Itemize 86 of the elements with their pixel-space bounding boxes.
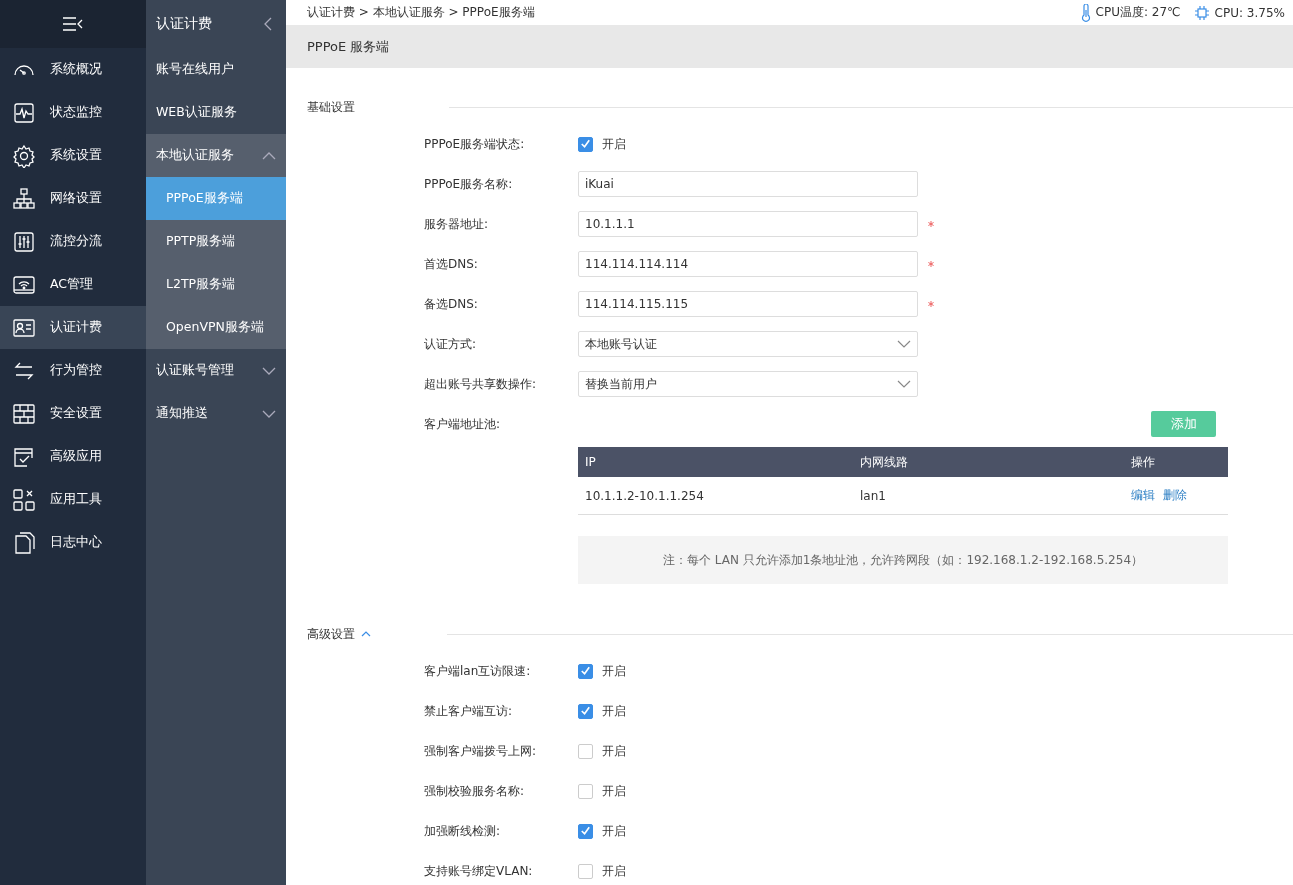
checkbox-label: 开启	[602, 742, 626, 760]
document-icon	[12, 530, 36, 555]
field-label: 客户端地址池:	[424, 415, 502, 433]
nav-item[interactable]: 认证计费	[0, 306, 146, 349]
nav-item[interactable]: 高级应用	[0, 435, 146, 478]
select-field[interactable]: 本地账号认证	[578, 331, 918, 357]
chevron-down-icon	[897, 380, 911, 388]
nav-item[interactable]: 安全设置	[0, 392, 146, 435]
gear-icon	[12, 143, 36, 168]
nav-item[interactable]: 状态监控	[0, 91, 146, 134]
field-label: 首选DNS:	[424, 255, 479, 273]
field-label: PPPoE服务名称:	[424, 175, 514, 193]
chip-icon	[1193, 4, 1210, 21]
submenu-item[interactable]: L2TP服务端	[146, 263, 286, 306]
checkbox[interactable]	[578, 703, 593, 719]
table-cell-text: 10.1.1.2-10.1.1.254	[585, 488, 705, 503]
field-label: 备选DNS:	[424, 295, 479, 313]
breadcrumb: 认证计费 > 本地认证服务 > PPPoE服务端	[307, 4, 535, 21]
checkbox[interactable]	[578, 863, 593, 879]
section-title: 基础设置	[307, 98, 355, 116]
thermometer-icon	[1080, 3, 1091, 22]
input-field[interactable]: 10.1.1.1	[578, 211, 918, 237]
pulse-icon	[12, 100, 36, 125]
checkbox-label: 开启	[602, 135, 626, 153]
field-label: 支持账号绑定VLAN:	[424, 862, 534, 880]
column-header: 操作	[1131, 453, 1155, 471]
checkbox-label: 开启	[602, 662, 626, 680]
nav-item[interactable]: 系统设置	[0, 134, 146, 177]
checkbox-label: 开启	[602, 862, 626, 880]
column-header: IP	[585, 455, 597, 469]
checkbox[interactable]	[578, 743, 593, 759]
note-text: 注：每个 LAN 只允许添加1条地址池，允许跨网段（如：192.168.1.2-192.168.5.254）	[662, 551, 1144, 569]
checkbox[interactable]	[578, 783, 593, 799]
sliders-icon	[12, 229, 36, 254]
brick-wall-icon	[12, 401, 36, 426]
field-label: 客户端lan互访限速:	[424, 662, 532, 680]
nav-item[interactable]: 网络设置	[0, 177, 146, 220]
grid-icon	[12, 487, 36, 512]
chevron-down-icon	[262, 366, 276, 375]
sitemap-icon	[12, 186, 36, 211]
submenu-title: 认证计费	[156, 15, 212, 33]
chevron-up-icon[interactable]	[361, 631, 371, 637]
menu-collapse-icon[interactable]	[62, 16, 84, 32]
nav-item[interactable]: 应用工具	[0, 478, 146, 521]
checkbox-label: 开启	[602, 822, 626, 840]
field-label: 超出账号共享数操作:	[424, 375, 538, 393]
submenu-group[interactable]: 认证账号管理	[146, 349, 286, 392]
cpu-temperature: CPU温度: 27℃	[1095, 4, 1181, 21]
field-label: 服务器地址:	[424, 215, 490, 233]
section-title: 高级设置	[307, 625, 355, 643]
column-header: 内网线路	[860, 453, 909, 471]
chevron-down-icon	[262, 409, 276, 418]
field-label: 加强断线检测:	[424, 822, 502, 840]
input-field[interactable]: 114.114.115.115	[578, 291, 918, 317]
field-label: 强制客户端拨号上网:	[424, 742, 538, 760]
select-field[interactable]: 替换当前用户	[578, 371, 918, 397]
nav-item[interactable]: AC管理	[0, 263, 146, 306]
field-label: 禁止客户端互访:	[424, 702, 514, 720]
checkbox-label: 开启	[602, 702, 626, 720]
checkbox-label: 开启	[602, 782, 626, 800]
submenu-item[interactable]: 账号在线用户	[146, 48, 286, 91]
page-title: PPPoE 服务端	[307, 37, 390, 56]
submenu-item[interactable]: WEB认证服务	[146, 91, 286, 134]
cpu-usage: CPU: 3.75%	[1214, 5, 1285, 20]
checkbox[interactable]	[578, 663, 593, 679]
submenu-item[interactable]: PPTP服务端	[146, 220, 286, 263]
nav-item[interactable]: 日志中心	[0, 521, 146, 564]
submenu-item[interactable]: OpenVPN服务端	[146, 306, 286, 349]
chevron-down-icon	[897, 340, 911, 348]
submenu-group[interactable]: 本地认证服务	[146, 134, 286, 177]
nav-item[interactable]: 系统概况	[0, 48, 146, 91]
input-field[interactable]: iKuai	[578, 171, 918, 197]
checkbox[interactable]	[578, 823, 593, 839]
table-cell-text: lan1	[860, 488, 887, 503]
field-label: PPPoE服务端状态:	[424, 135, 526, 153]
input-field[interactable]: 114.114.114.114	[578, 251, 918, 277]
chevron-left-icon[interactable]	[264, 17, 272, 31]
field-label: 认证方式:	[424, 335, 478, 353]
field-label: 强制校验服务名称:	[424, 782, 526, 800]
action-link[interactable]: 删除	[1163, 487, 1187, 504]
submenu-group[interactable]: 通知推送	[146, 392, 286, 435]
checkbox[interactable]	[578, 136, 593, 152]
nav-item[interactable]: 行为管控	[0, 349, 146, 392]
action-link[interactable]: 编辑	[1131, 487, 1155, 504]
chevron-up-icon	[262, 151, 276, 160]
nav-item[interactable]: 流控分流	[0, 220, 146, 263]
